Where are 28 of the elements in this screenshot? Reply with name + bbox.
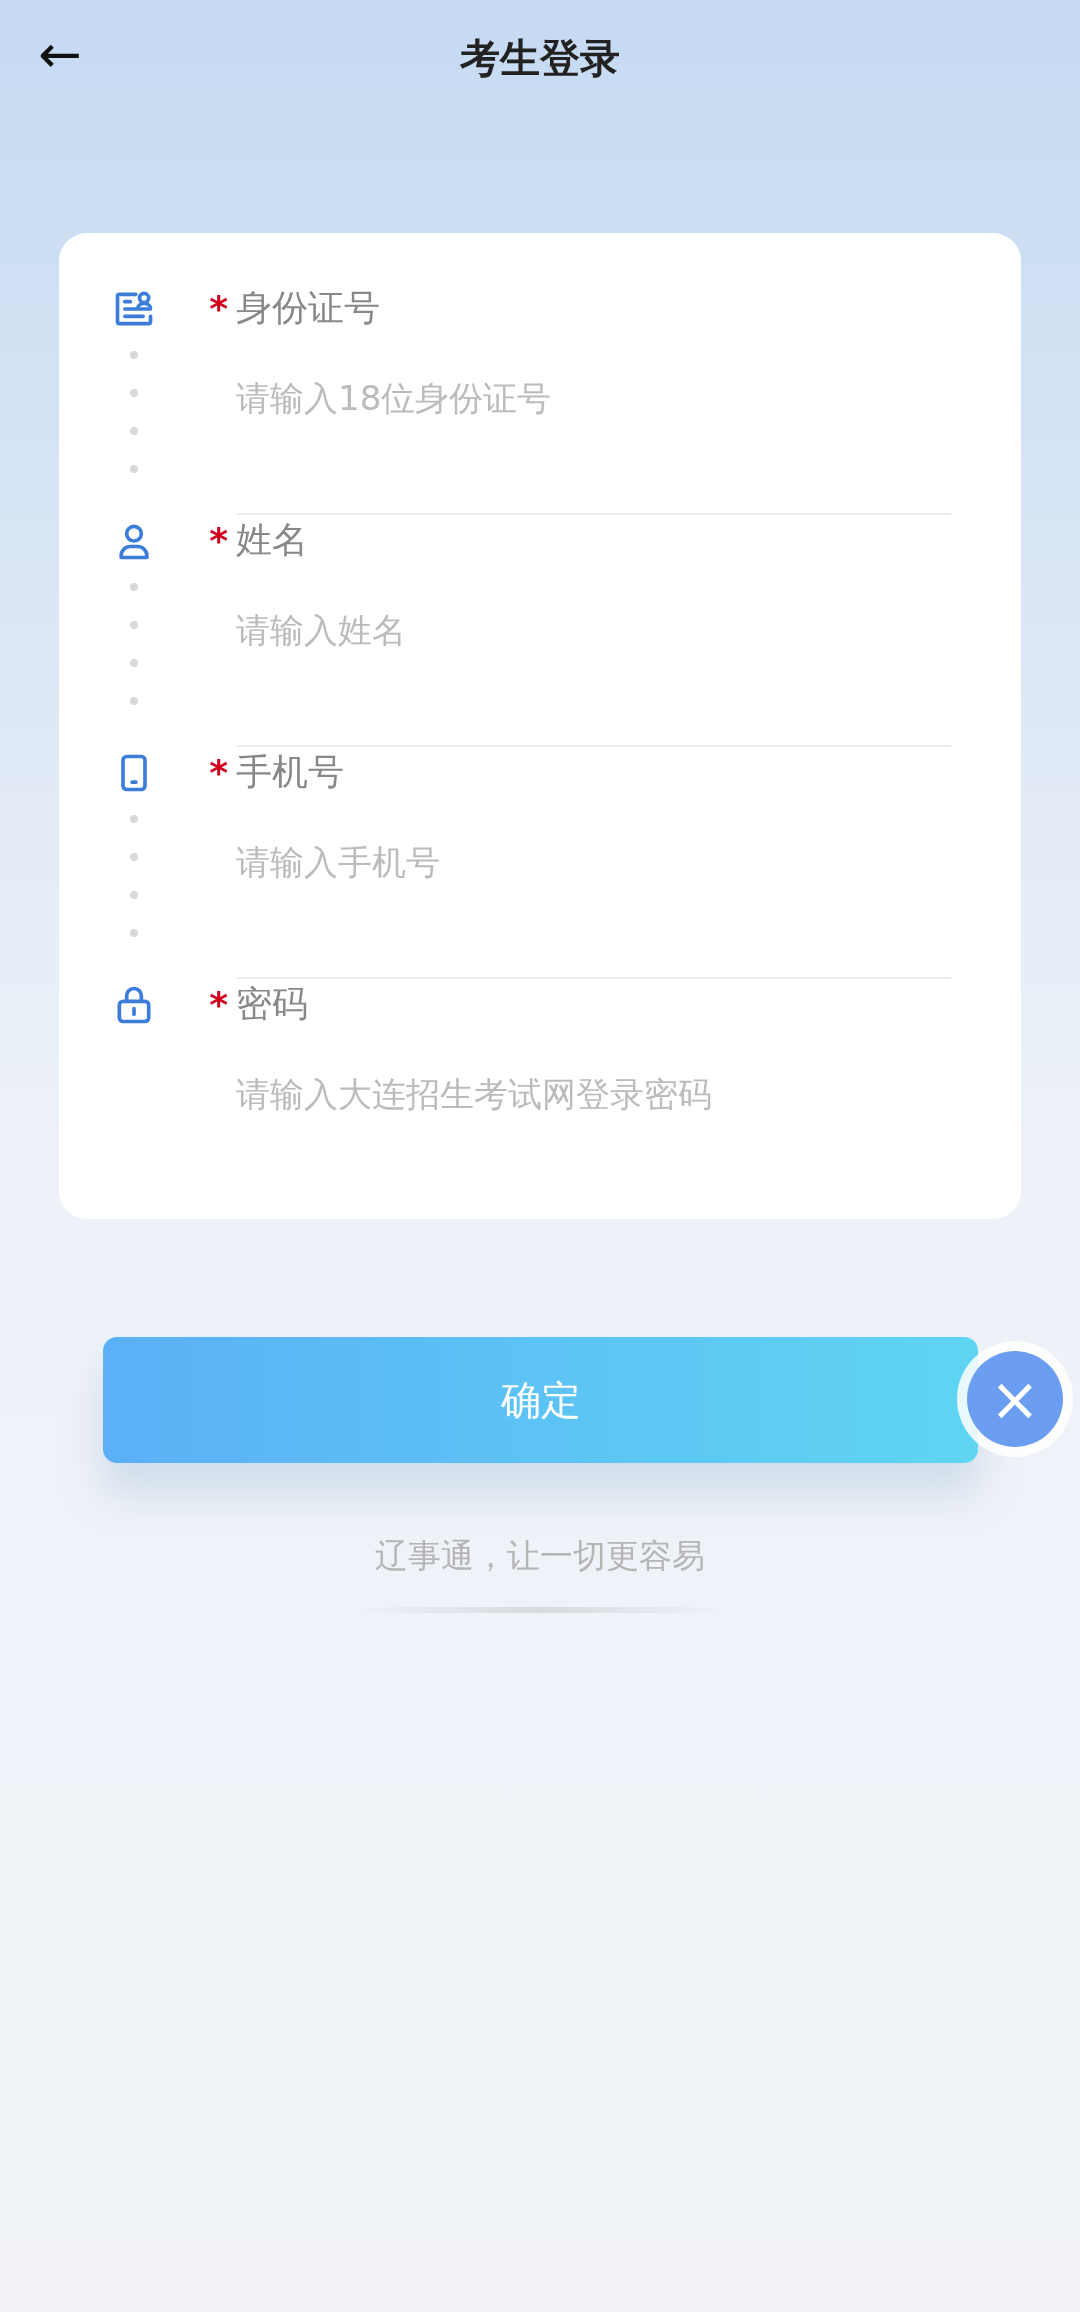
field-label: 姓名	[236, 518, 309, 562]
dot-connector	[130, 697, 139, 705]
dot-connector	[130, 659, 139, 667]
required-mark: *	[209, 289, 228, 331]
input-field[interactable]: 请输入手机号	[236, 837, 951, 887]
confirm-button[interactable]: 确定	[103, 1337, 978, 1463]
field-label: 身份证号	[236, 286, 381, 330]
dot-connector	[130, 465, 139, 473]
dot-connector	[130, 815, 139, 823]
dot-connector	[130, 853, 139, 861]
required-mark: *	[209, 753, 228, 795]
dot-connector	[130, 351, 139, 359]
input-field[interactable]: 请输入姓名	[236, 605, 951, 655]
dot-connector	[130, 583, 139, 591]
dot-connector	[130, 427, 139, 435]
field-label: 手机号	[236, 750, 345, 794]
dot-connector	[130, 389, 139, 397]
dot-connector	[130, 891, 139, 899]
input-field[interactable]: 请输入大连招生考试网登录密码	[236, 1069, 951, 1119]
dot-connector	[130, 621, 139, 629]
slogan-text: 辽事通，让一切更容易	[375, 1535, 705, 1577]
input-field[interactable]: 请输入18位身份证号	[236, 373, 951, 423]
required-mark: *	[209, 521, 228, 563]
required-mark: *	[209, 985, 228, 1027]
back-button[interactable]: ←	[38, 28, 82, 80]
field-label: 密码	[236, 982, 309, 1026]
page-title: 考生登录	[460, 34, 620, 83]
dot-connector	[130, 929, 139, 937]
